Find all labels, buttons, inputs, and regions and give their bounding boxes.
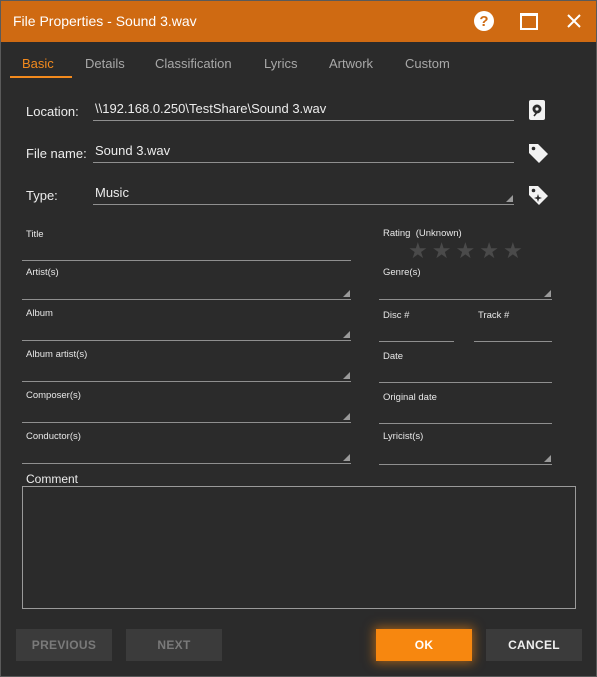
star-2-icon[interactable]: ★ [432,240,452,262]
help-glyph: ? [474,11,494,31]
date-input[interactable] [379,362,552,383]
tab-custom[interactable]: Custom [405,56,450,71]
track-input[interactable] [474,321,552,342]
album-dropdown-arrow [343,331,350,338]
ok-button[interactable]: OK [376,629,472,661]
composers-label: Composer(s) [26,390,81,401]
disc-input[interactable] [379,321,454,342]
original-date-label: Original date [383,392,437,403]
active-tab-indicator [10,76,72,78]
star-5-icon[interactable]: ★ [503,240,523,262]
lyricists-label: Lyricist(s) [383,431,424,442]
star-1-icon[interactable]: ★ [408,240,428,262]
cancel-button[interactable]: CANCEL [486,629,582,661]
filename-label: File name: [26,146,87,161]
conductors-dropdown-arrow [343,454,350,461]
drive-icon[interactable] [527,99,551,123]
artists-label: Artist(s) [26,267,59,278]
artists-dropdown-arrow [343,290,350,297]
window-title: File Properties - Sound 3.wav [13,13,197,29]
maximize-icon[interactable] [517,9,541,33]
comment-label: Comment [26,472,79,486]
tab-basic[interactable]: Basic [22,56,54,71]
close-icon[interactable] [562,9,586,33]
lyricists-combo[interactable] [379,444,552,465]
type-select[interactable]: Music [93,184,514,205]
tab-classification[interactable]: Classification [155,56,232,71]
album-artists-combo[interactable] [22,361,351,382]
auto-tag-icon[interactable] [526,183,550,207]
tag-icon[interactable] [526,141,550,165]
type-value: Music [95,185,129,200]
original-date-input[interactable] [379,403,552,424]
type-label: Type: [26,188,58,203]
comment-textarea[interactable] [22,486,576,609]
star-4-icon[interactable]: ★ [479,240,499,262]
track-label: Track # [478,310,510,321]
conductors-combo[interactable] [22,443,351,464]
lyricists-dropdown-arrow [544,455,551,462]
genres-label: Genre(s) [383,267,421,278]
album-combo[interactable] [22,320,351,341]
location-label: Location: [26,104,79,119]
star-3-icon[interactable]: ★ [455,240,475,262]
tab-lyrics[interactable]: Lyrics [264,56,297,71]
filename-value: Sound 3.wav [95,143,171,158]
next-button[interactable]: NEXT [126,629,222,661]
genres-dropdown-arrow [544,290,551,297]
conductors-label: Conductor(s) [26,431,81,442]
help-icon[interactable]: ? [472,9,496,33]
tab-artwork[interactable]: Artwork [329,56,373,71]
genres-combo[interactable] [379,279,552,300]
album-label: Album [26,308,53,319]
title-label: Title [26,229,44,240]
composers-dropdown-arrow [343,413,350,420]
location-field[interactable]: \\192.168.0.250\TestShare\Sound 3.wav [93,100,514,121]
filename-input[interactable]: Sound 3.wav [93,142,514,163]
tab-bar: Basic Details Classification Lyrics Artw… [0,42,597,82]
rating-label-text: Rating [383,228,411,239]
title-input[interactable] [22,240,351,261]
title-bar: File Properties - Sound 3.wav ? [0,0,597,42]
date-label: Date [383,351,404,362]
artists-combo[interactable] [22,279,351,300]
tab-details[interactable]: Details [85,56,125,71]
disc-label: Disc # [383,310,410,321]
location-value: \\192.168.0.250\TestShare\Sound 3.wav [95,101,327,116]
rating-stars[interactable]: ★ ★ ★ ★ ★ [408,240,523,262]
previous-button[interactable]: PREVIOUS [16,629,112,661]
album-artists-dropdown-arrow [343,372,350,379]
composers-combo[interactable] [22,402,351,423]
album-artists-label: Album artist(s) [26,349,88,360]
type-dropdown-arrow [506,195,513,202]
